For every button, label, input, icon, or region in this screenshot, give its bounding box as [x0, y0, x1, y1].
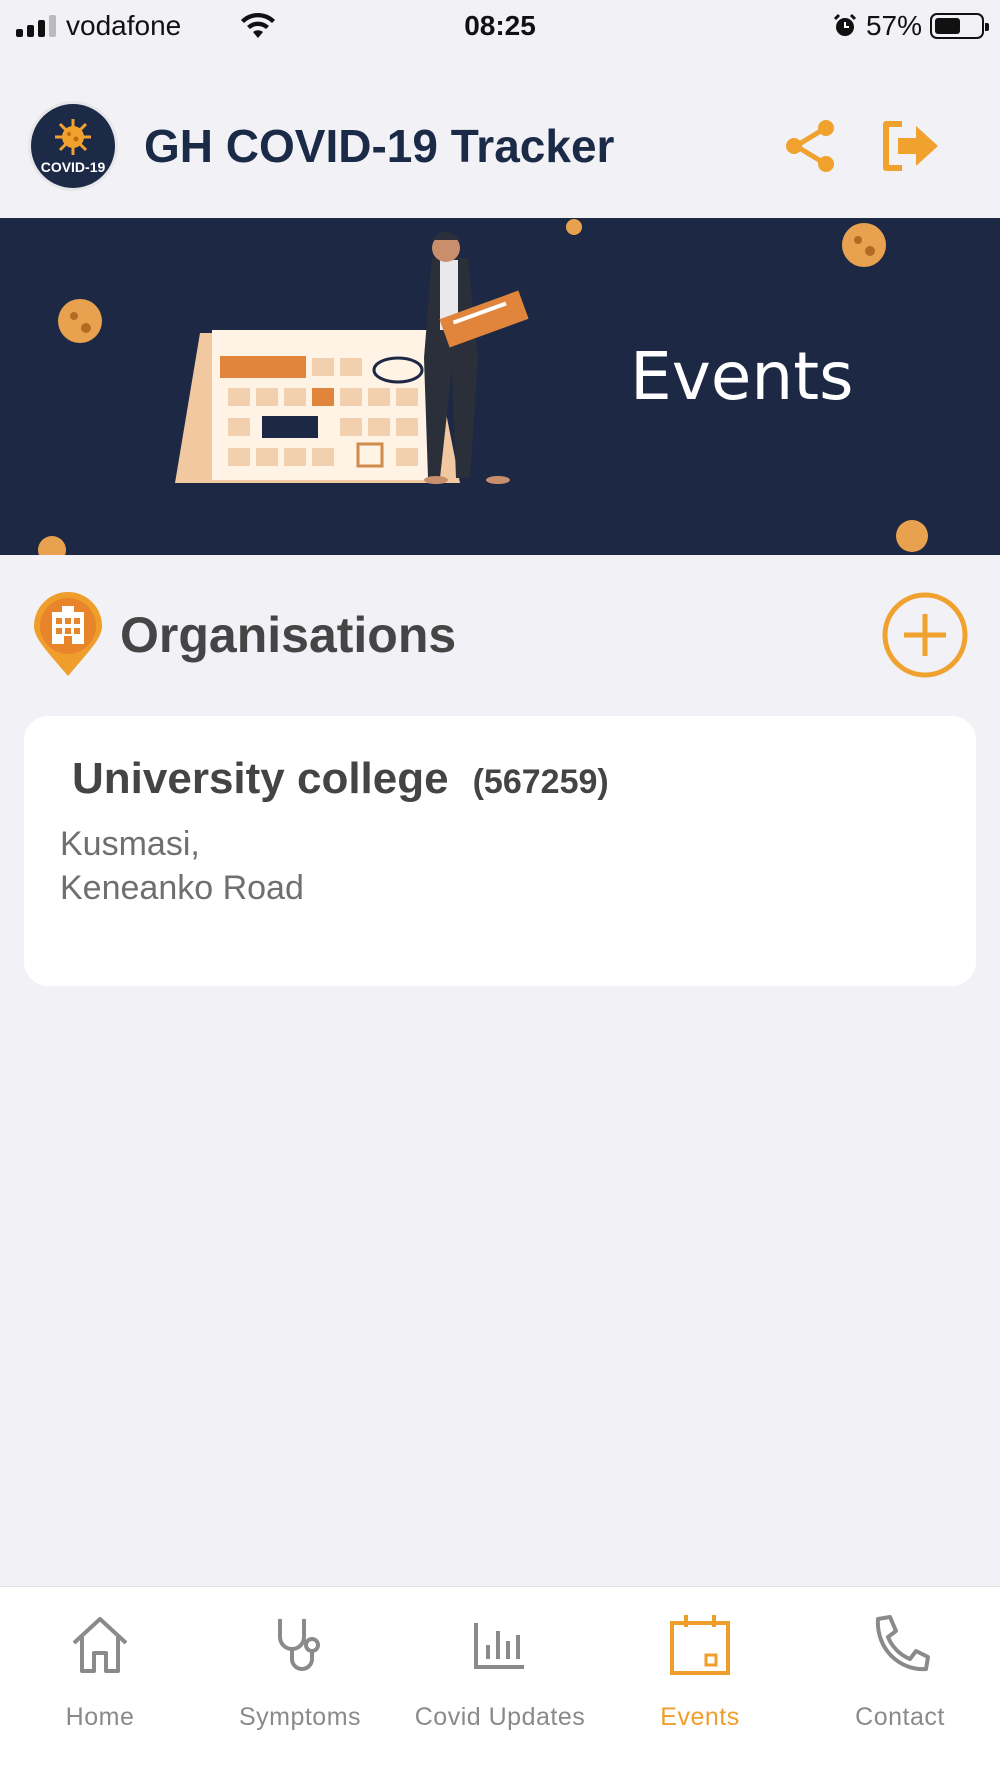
organisation-name: University college	[72, 754, 449, 803]
signal-icon	[16, 15, 56, 37]
calendar-icon	[670, 1615, 730, 1675]
app-title: GH COVID-19 Tracker	[144, 120, 615, 172]
carrier-name: vodafone	[66, 10, 182, 41]
wifi-icon	[241, 12, 276, 38]
nav-label-contact: Contact	[855, 1703, 945, 1731]
events-banner: Events	[0, 218, 1000, 555]
organisation-code: (567259)	[472, 763, 609, 801]
share-icon[interactable]	[782, 117, 840, 175]
organisations-header: Organisations	[32, 590, 968, 680]
logo-text: COVID-19	[40, 159, 106, 175]
stethoscope-icon	[278, 1619, 320, 1671]
address-line-2: Keneanko Road	[60, 869, 304, 907]
app-logo: COVID-19	[28, 101, 118, 191]
nav-label-home: Home	[65, 1703, 135, 1731]
add-organisation-button[interactable]	[882, 592, 968, 678]
virus-icon	[55, 119, 91, 155]
banner-title: Events	[630, 338, 854, 415]
nav-label-events: Events	[660, 1703, 740, 1731]
organisation-address: Kusmasi, Keneanko Road	[60, 822, 940, 910]
section-title: Organisations	[120, 607, 457, 663]
logout-icon[interactable]	[880, 120, 942, 172]
address-line-1: Kusmasi,	[60, 825, 200, 863]
status-bar: vodafone 08:25 57%	[0, 0, 1000, 52]
bar-chart-icon	[474, 1623, 524, 1669]
app-header: COVID-19 GH COVID-19 Tracker	[0, 90, 1000, 202]
building-pin-icon	[34, 592, 102, 676]
nav-symptoms[interactable]: Symptoms	[200, 1587, 400, 1778]
alarm-icon	[833, 13, 857, 36]
phone-icon	[875, 1615, 930, 1672]
nav-label-symptoms: Symptoms	[238, 1703, 362, 1731]
organisation-card[interactable]: University college (567259) Kusmasi, Ken…	[24, 716, 976, 986]
nav-label-covid-updates: Covid Updates	[414, 1703, 586, 1731]
battery-icon	[930, 13, 989, 39]
bottom-nav: Home Symptoms Covid Updates Events Conta…	[0, 1586, 1000, 1778]
battery-percent: 57%	[865, 10, 922, 41]
nav-home[interactable]: Home	[0, 1587, 200, 1778]
nav-covid-updates[interactable]: Covid Updates	[400, 1587, 600, 1778]
nav-events[interactable]: Events	[600, 1587, 800, 1778]
home-icon	[72, 1617, 128, 1673]
nav-contact[interactable]: Contact	[800, 1587, 1000, 1778]
